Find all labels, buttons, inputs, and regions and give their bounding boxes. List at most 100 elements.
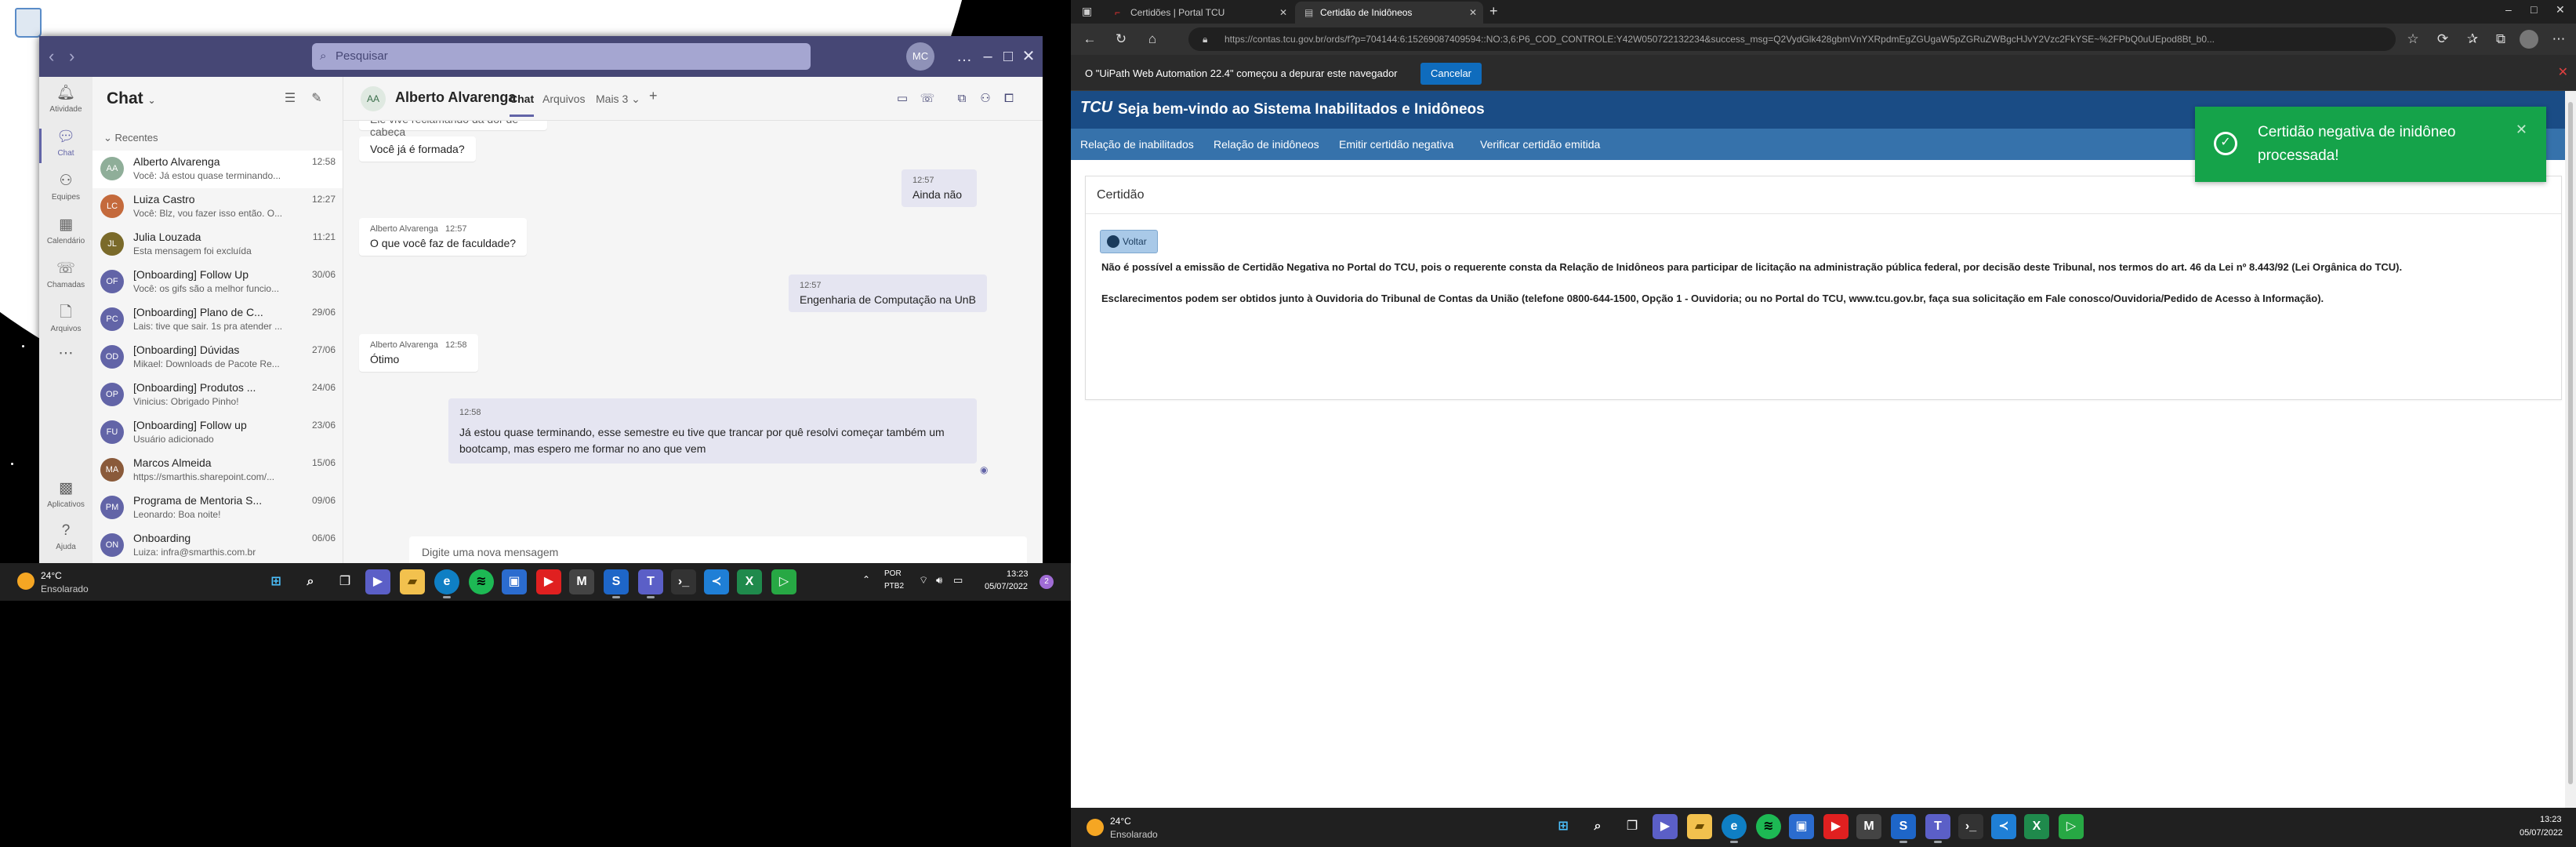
chat-list-item[interactable]: AA Alberto Alvarenga 12:58 Você: Já estou q… xyxy=(93,151,343,188)
explorer-icon[interactable]: ▰ xyxy=(1687,814,1712,839)
close-tab-icon[interactable]: ✕ xyxy=(1279,2,1287,24)
nav-emitir-certidao[interactable]: Emitir certidão negativa xyxy=(1339,138,1453,151)
chat-list-item[interactable]: ON Onboarding 06/06 Luiza: infra@smarthis.c… xyxy=(93,527,343,563)
weather-temp[interactable]: 24°C xyxy=(1110,816,1131,827)
lang-1[interactable]: POR xyxy=(884,569,902,578)
uipath-studio-icon[interactable]: S xyxy=(1891,814,1916,843)
wifi-icon[interactable]: ⌔ xyxy=(919,574,928,587)
popout-icon[interactable]: ⧠ xyxy=(999,89,1019,108)
forward-arrow-icon[interactable]: › xyxy=(69,47,88,66)
chat-list-item[interactable]: JL Julia Louzada 11:21 Esta mensagem foi ex… xyxy=(93,226,343,264)
clock-time[interactable]: 13:23 xyxy=(2540,815,2562,824)
close-infobar-icon[interactable]: ✕ xyxy=(2558,64,2568,80)
rail-more[interactable]: ⋯ xyxy=(39,340,93,384)
nav-verificar-certidao[interactable]: Verificar certidão emitida xyxy=(1480,138,1600,151)
rail-files[interactable]: 🗋︎ Arquivos xyxy=(39,300,93,344)
uipath-assistant-icon[interactable]: ▷ xyxy=(2059,814,2084,839)
back-button[interactable]: Voltar xyxy=(1100,230,1158,253)
chat-list-item[interactable]: OP [Onboarding] Produtos ... 24/06 Vinicius… xyxy=(93,376,343,414)
filter-icon[interactable]: ☰ xyxy=(281,89,299,108)
rail-calendar[interactable]: ▦ Calendário xyxy=(39,212,93,256)
tab-files[interactable]: Arquivos xyxy=(542,93,585,105)
close-tab-icon[interactable]: ✕ xyxy=(1469,2,1477,24)
audio-call-icon[interactable]: ☏ xyxy=(917,89,938,108)
chat-list-item[interactable]: MA Marcos Almeida 15/06 https://smarthis.sh… xyxy=(93,452,343,489)
teams-chat-icon[interactable]: ▶ xyxy=(365,569,390,594)
teams-chat-icon[interactable]: ▶ xyxy=(1653,814,1678,839)
weather-temp[interactable]: 24°C xyxy=(41,570,62,581)
task-view-icon[interactable]: ❐ xyxy=(1620,814,1645,839)
new-tab-icon[interactable]: + xyxy=(1489,3,1498,20)
video-call-icon[interactable]: ▭ xyxy=(892,89,912,108)
excel-icon[interactable]: X xyxy=(2024,814,2049,839)
task-view-icon[interactable]: ❐ xyxy=(332,569,357,594)
tcu-logo[interactable]: TCU xyxy=(1080,99,1112,121)
minimize-icon[interactable]: – xyxy=(2505,3,2512,16)
chat-list-item[interactable]: OF [Onboarding] Follow Up 30/06 Você: os gi… xyxy=(93,264,343,301)
weather-desc[interactable]: Ensolarado xyxy=(41,583,89,594)
recent-section-label[interactable]: ⌄ Recentes xyxy=(103,132,158,144)
lang-2[interactable]: PTB2 xyxy=(884,582,904,591)
edge-icon[interactable]: e xyxy=(1722,814,1747,843)
nav-relacao-inidoneos[interactable]: Relação de inidôneos xyxy=(1214,138,1319,151)
search-icon[interactable]: ⌕ xyxy=(1585,814,1610,839)
chat-list-item[interactable]: PC [Onboarding] Plano de C... 29/06 Lais: t… xyxy=(93,301,343,339)
favorites-icon[interactable]: ✰ xyxy=(2463,30,2482,49)
maximize-icon[interactable]: □ xyxy=(997,45,1019,67)
terminal-icon[interactable]: ›_ xyxy=(671,569,696,594)
rail-apps[interactable]: ▩ Aplicativos xyxy=(39,475,93,519)
chat-list-item[interactable]: OD [Onboarding] Dúvidas 27/06 Mikael: Downl… xyxy=(93,339,343,376)
clock-date[interactable]: 05/07/2022 xyxy=(985,582,1028,591)
clock-date[interactable]: 05/07/2022 xyxy=(2520,828,2563,838)
rail-teams[interactable]: ⚇ Equipes xyxy=(39,168,93,212)
add-people-icon[interactable]: ⚇ xyxy=(975,89,996,108)
start-icon[interactable]: ⊞ xyxy=(1551,814,1576,839)
vscode-icon[interactable]: ≺ xyxy=(1991,814,2016,839)
battery-icon[interactable]: ▭ xyxy=(953,574,963,587)
youtube-icon[interactable]: ▶ xyxy=(536,569,561,594)
close-icon[interactable]: ✕ xyxy=(2556,3,2565,16)
search-icon[interactable]: ⌕ xyxy=(298,569,323,594)
explorer-icon[interactable]: ▰ xyxy=(400,569,425,594)
clock-time[interactable]: 13:23 xyxy=(1007,569,1029,579)
store-icon[interactable]: ▣ xyxy=(1789,814,1814,839)
contact-avatar[interactable]: AA xyxy=(361,86,386,111)
maximize-icon[interactable]: □ xyxy=(2531,3,2537,16)
more-icon[interactable]: ⋯ xyxy=(2549,30,2568,49)
back-icon[interactable]: ← xyxy=(1080,30,1099,49)
uipath-assistant-icon[interactable]: ▷ xyxy=(771,569,796,594)
home-icon[interactable]: ⌂ xyxy=(1143,30,1162,49)
cancel-debug-button[interactable]: Cancelar xyxy=(1420,63,1482,85)
spotify-icon[interactable]: ≋ xyxy=(1756,814,1781,839)
rail-calls[interactable]: ☏ Chamadas xyxy=(39,256,93,300)
rail-chat[interactable]: 💬︎ Chat xyxy=(39,124,93,168)
youtube-icon[interactable]: ▶ xyxy=(1823,814,1849,839)
user-avatar[interactable]: MC xyxy=(906,42,934,71)
tab-certidoes[interactable]: ⌐ Certidões | Portal TCU ✕ xyxy=(1105,2,1293,24)
more-options-icon[interactable]: … xyxy=(953,45,975,67)
tray-chevron-icon[interactable]: ⌃ xyxy=(862,574,870,585)
minimize-icon[interactable]: – xyxy=(977,45,999,67)
store-icon[interactable]: ▣ xyxy=(502,569,527,594)
close-toast-icon[interactable]: ✕ xyxy=(2516,118,2527,141)
chat-list-item[interactable]: FU [Onboarding] Follow up 23/06 Usuário adi… xyxy=(93,414,343,452)
chat-list-item[interactable]: PM Programa de Mentoria S... 09/06 Leonardo… xyxy=(93,489,343,527)
refresh-alt-icon[interactable]: ⟳ xyxy=(2433,30,2452,49)
volume-icon[interactable]: 🔊︎ xyxy=(936,574,942,587)
mail-icon[interactable]: M xyxy=(569,569,594,594)
teams-icon[interactable]: T xyxy=(1925,814,1950,843)
back-arrow-icon[interactable]: ‹ xyxy=(49,47,67,66)
uipath-studio-icon[interactable]: S xyxy=(604,569,629,598)
profile-icon[interactable] xyxy=(2520,30,2538,49)
close-icon[interactable]: ✕ xyxy=(1018,45,1039,67)
terminal-icon[interactable]: ›_ xyxy=(1958,814,1983,839)
add-tab-icon[interactable]: + xyxy=(649,88,658,104)
refresh-icon[interactable]: ↻ xyxy=(1112,30,1130,49)
start-icon[interactable]: ⊞ xyxy=(263,569,288,594)
collections-icon[interactable]: ⧉ xyxy=(2491,30,2510,49)
tab-actions-icon[interactable]: ▣ xyxy=(1082,5,1092,18)
chat-list-item[interactable]: LC Luiza Castro 12:27 Você: Blz, vou fazer … xyxy=(93,188,343,226)
chat-list-title[interactable]: Chat ⌄ xyxy=(107,89,156,108)
tab-chat[interactable]: Chat xyxy=(510,93,535,117)
new-chat-icon[interactable]: ✎ xyxy=(307,89,326,108)
